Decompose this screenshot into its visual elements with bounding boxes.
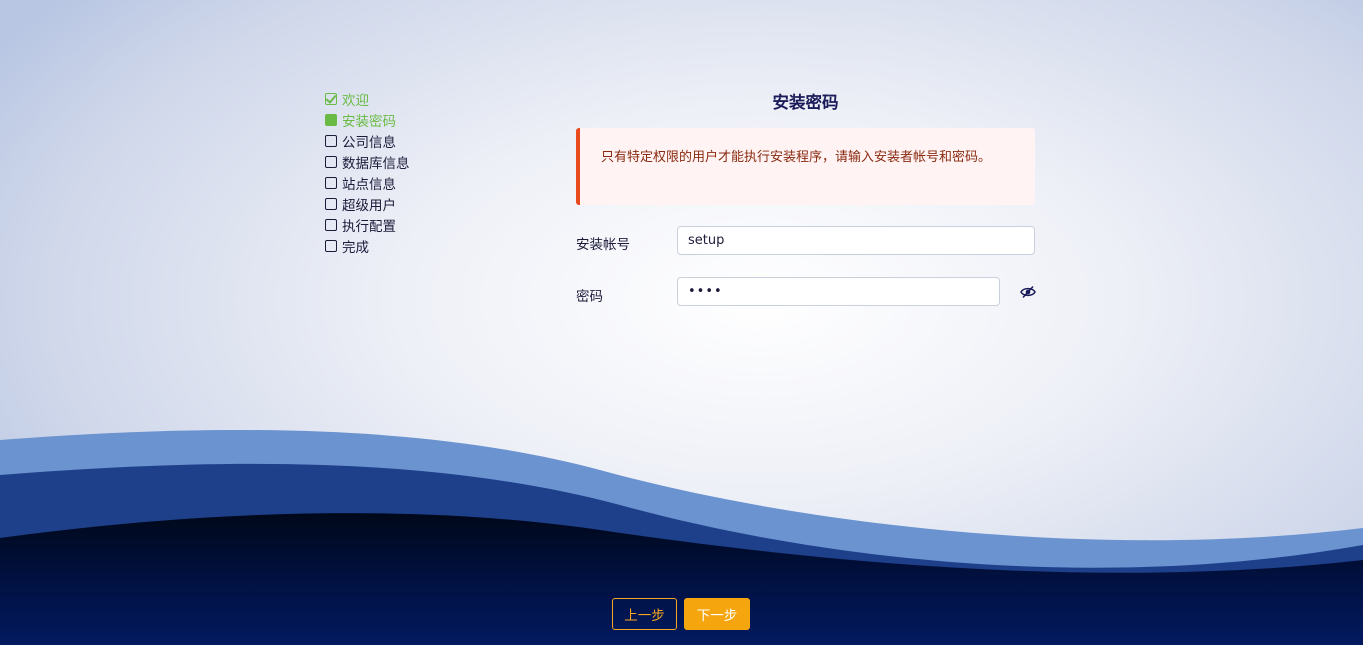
empty-square-icon (325, 197, 337, 210)
next-button[interactable]: 下一步 (684, 598, 750, 630)
password-input[interactable] (677, 277, 1000, 306)
steps-list: 欢迎 安装密码 公司信息 数据库信息 站点信息 超级用户 执行配置 完成 (325, 88, 525, 256)
step-label: 安装密码 (342, 113, 396, 130)
empty-square-icon (325, 134, 337, 147)
step-label: 站点信息 (342, 176, 396, 193)
filled-square-icon (325, 113, 337, 126)
permission-alert: 只有特定权限的用户才能执行安装程序，请输入安装者帐号和密码。 (576, 128, 1035, 205)
step-label: 超级用户 (342, 197, 396, 214)
empty-square-icon (325, 218, 337, 231)
step-super-user: 超级用户 (325, 193, 525, 214)
step-welcome: 欢迎 (325, 88, 525, 109)
step-company-info: 公司信息 (325, 130, 525, 151)
step-install-password: 安装密码 (325, 109, 525, 130)
step-database-info: 数据库信息 (325, 151, 525, 172)
setup-page: 欢迎 安装密码 公司信息 数据库信息 站点信息 超级用户 执行配置 完成 安装密… (0, 0, 1363, 645)
step-label: 数据库信息 (342, 155, 410, 172)
step-site-info: 站点信息 (325, 172, 525, 193)
step-execute-config: 执行配置 (325, 214, 525, 235)
step-label: 执行配置 (342, 218, 396, 235)
empty-square-icon (325, 155, 337, 168)
page-title: 安装密码 (772, 93, 839, 112)
password-label: 密码 (576, 289, 603, 305)
check-square-icon (325, 92, 337, 105)
step-finish: 完成 (325, 235, 525, 256)
step-label: 公司信息 (342, 134, 396, 151)
empty-square-icon (325, 239, 337, 252)
empty-square-icon (325, 176, 337, 189)
step-label: 完成 (342, 239, 369, 256)
eye-slash-icon[interactable] (1020, 285, 1036, 299)
prev-button[interactable]: 上一步 (612, 598, 677, 630)
account-input[interactable] (677, 226, 1035, 255)
step-label: 欢迎 (342, 92, 369, 109)
account-label: 安装帐号 (576, 237, 630, 253)
